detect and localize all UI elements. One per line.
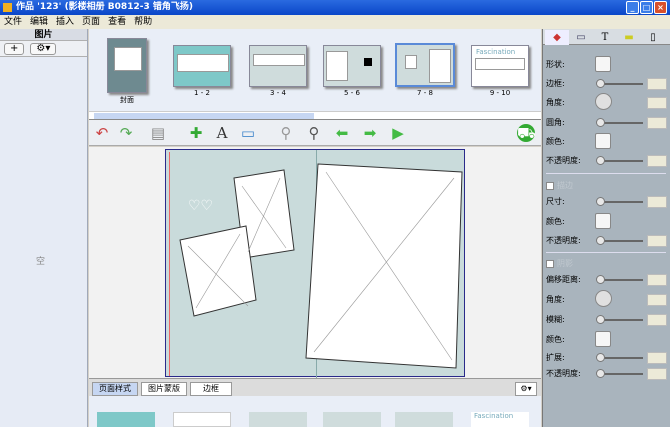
offset-input[interactable] [647,274,667,286]
tab-page-style[interactable]: 页面样式 [92,382,138,396]
page-tab-icon[interactable]: ▯ [641,30,665,45]
redo-icon[interactable]: ↷ [117,124,135,142]
thumbnail-page[interactable]: 3 - 4 [249,45,307,97]
menu-help[interactable]: 帮助 [134,17,152,27]
size-input[interactable] [647,196,667,208]
template-thumbnail[interactable]: Fascination [471,412,529,427]
spread-input[interactable] [647,352,667,364]
color-swatch[interactable] [595,133,611,149]
menu-view[interactable]: 查看 [108,17,126,27]
size-slider[interactable] [596,197,605,206]
settings-button[interactable]: ⚙▾ [30,43,57,55]
text-tab-icon[interactable]: T [593,30,617,45]
offset-slider[interactable] [596,275,605,284]
add-image-icon[interactable]: ✚ [187,124,205,142]
template-thumbnail[interactable] [173,412,231,427]
menu-page[interactable]: 页面 [82,17,100,27]
corner-input[interactable] [647,117,667,129]
template-thumbnail[interactable] [323,412,381,427]
next-arrow-icon[interactable]: ➡ [361,124,379,142]
add-image-button[interactable]: + [4,43,25,55]
svg-text:♡♡: ♡♡ [188,198,213,214]
stroke-opacity-input[interactable] [647,235,667,247]
properties-panel: ◆ ▭ T ▬ ▯ 形状: 边框: 角度: 圆角: 颜色: 不透明度: 描边 尺… [542,29,670,427]
blur-input[interactable] [647,314,667,326]
shape-row: 形状: [546,56,668,72]
prev-arrow-icon[interactable]: ⬅ [333,124,351,142]
blur-slider[interactable] [596,315,605,324]
toolbar: ↶ ↷ ▤ ✚ A ▭ ⚲ ⚲ ⬅ ➡ ▶ ⛟ [89,119,541,146]
add-page-icon[interactable]: ▭ [239,124,257,142]
editing-canvas[interactable]: ♡♡ [89,147,541,378]
page-thumbnail-strip: 封面 1 - 2 3 - 4 5 - 6 7 - 8 Fascination 9 … [89,29,541,111]
menu-bar: 文件 编辑 插入 页面 查看 帮助 [0,15,670,29]
photo-placeholders[interactable]: ♡♡ [166,150,466,378]
close-button[interactable]: × [654,1,667,14]
bottom-tabs: 页面样式 图片蒙版 边框 ⚙▾ [89,378,541,396]
menu-file[interactable]: 文件 [4,17,22,27]
stroke-color-swatch[interactable] [595,213,611,229]
shadow-angle-input[interactable] [647,294,667,306]
delete-icon[interactable]: ▤ [149,124,167,142]
minimize-button[interactable]: _ [626,1,639,14]
title-bar: 作品 '123' (影楼相册 B0812-3 错角飞扬) _ □ × [0,0,670,15]
border-input[interactable] [647,78,667,90]
thumbnail-cover[interactable]: 封面 [107,38,147,105]
shape-picker[interactable] [595,56,611,72]
thumbnail-page[interactable]: 5 - 6 [323,45,381,97]
thumbnail-page-selected[interactable]: 7 - 8 [395,43,455,97]
template-thumbnail[interactable] [395,412,453,427]
shadow-color-swatch[interactable] [595,331,611,347]
shadow-angle-dial[interactable] [595,290,612,307]
stroke-opacity-slider[interactable] [596,236,605,245]
undo-icon[interactable]: ↶ [93,124,111,142]
tab-border[interactable]: 边框 [190,382,232,396]
shadow-opacity-input[interactable] [647,368,667,380]
window-title: 作品 '123' (影楼相册 B0812-3 错角飞扬) [16,2,193,12]
thumbnail-page[interactable]: 1 - 2 [173,45,231,97]
thumbnail-scrollbar[interactable] [89,111,541,119]
stroke-checkbox[interactable] [546,182,554,190]
thumbnail-page[interactable]: Fascination 9 - 10 [471,45,529,97]
menu-edit[interactable]: 编辑 [30,17,48,27]
empty-text: 空 [36,257,46,267]
cart-icon[interactable]: ⛟ [517,124,536,142]
opacity-input[interactable] [647,155,667,167]
angle-input[interactable] [647,97,667,109]
frame-tab-icon[interactable]: ▭ [569,30,593,45]
spread-slider[interactable] [596,353,605,362]
zoom-out-icon[interactable]: ⚲ [277,124,295,142]
images-panel-title: 图片 [0,29,87,41]
app-icon [3,3,12,12]
images-panel: 图片 + ⚙▾ 空 [0,29,88,427]
corner-slider[interactable] [596,118,605,127]
template-thumbnail[interactable] [97,412,155,427]
shadow-checkbox[interactable] [546,260,554,268]
template-strip: Fascination [89,396,541,427]
shadow-opacity-slider[interactable] [596,369,605,378]
maximize-button[interactable]: □ [640,1,653,14]
menu-insert[interactable]: 插入 [56,17,74,27]
border-slider[interactable] [596,79,605,88]
play-icon[interactable]: ▶ [389,124,407,142]
opacity-slider[interactable] [596,156,605,165]
tab-image-mask[interactable]: 图片蒙版 [141,382,187,396]
add-text-icon[interactable]: A [213,124,231,142]
template-thumbnail[interactable] [249,412,307,427]
ruler-tab-icon[interactable]: ▬ [617,30,641,45]
album-spread[interactable]: ♡♡ [165,149,466,378]
angle-dial[interactable] [595,93,612,110]
gear-icon[interactable]: ⚙▾ [515,382,537,396]
shape-tab-icon[interactable]: ◆ [545,30,569,45]
zoom-in-icon[interactable]: ⚲ [305,124,323,142]
